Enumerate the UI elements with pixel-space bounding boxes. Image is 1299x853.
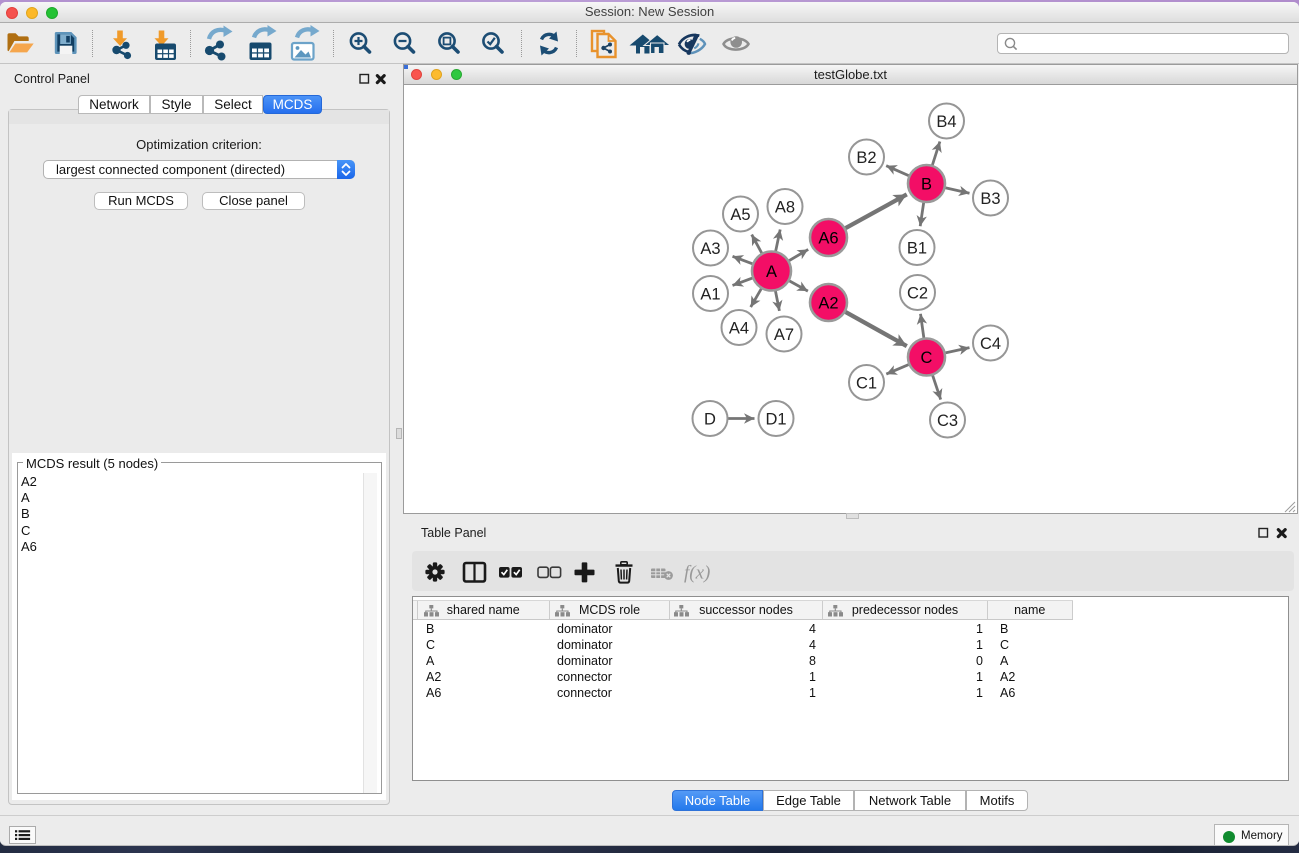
svg-text:B2: B2 <box>856 149 876 167</box>
svg-text:D1: D1 <box>765 410 786 428</box>
svg-text:A6: A6 <box>818 229 838 247</box>
svg-text:C1: C1 <box>856 374 877 392</box>
svg-text:C3: C3 <box>937 412 958 430</box>
svg-text:A5: A5 <box>730 206 750 224</box>
svg-text:A1: A1 <box>700 285 720 303</box>
svg-text:A8: A8 <box>775 198 795 216</box>
svg-text:C4: C4 <box>980 335 1001 353</box>
svg-text:B1: B1 <box>907 239 927 257</box>
svg-text:A7: A7 <box>774 326 794 344</box>
svg-text:B: B <box>921 175 932 193</box>
svg-text:C2: C2 <box>907 284 928 302</box>
svg-text:D: D <box>704 410 716 428</box>
svg-text:A3: A3 <box>700 240 720 258</box>
svg-text:B4: B4 <box>936 113 956 131</box>
svg-text:A4: A4 <box>729 319 749 337</box>
svg-text:C: C <box>921 349 933 367</box>
svg-text:A: A <box>766 263 777 281</box>
svg-text:f(x): f(x) <box>684 563 710 584</box>
svg-text:B3: B3 <box>980 190 1000 208</box>
svg-text:A2: A2 <box>818 294 838 312</box>
